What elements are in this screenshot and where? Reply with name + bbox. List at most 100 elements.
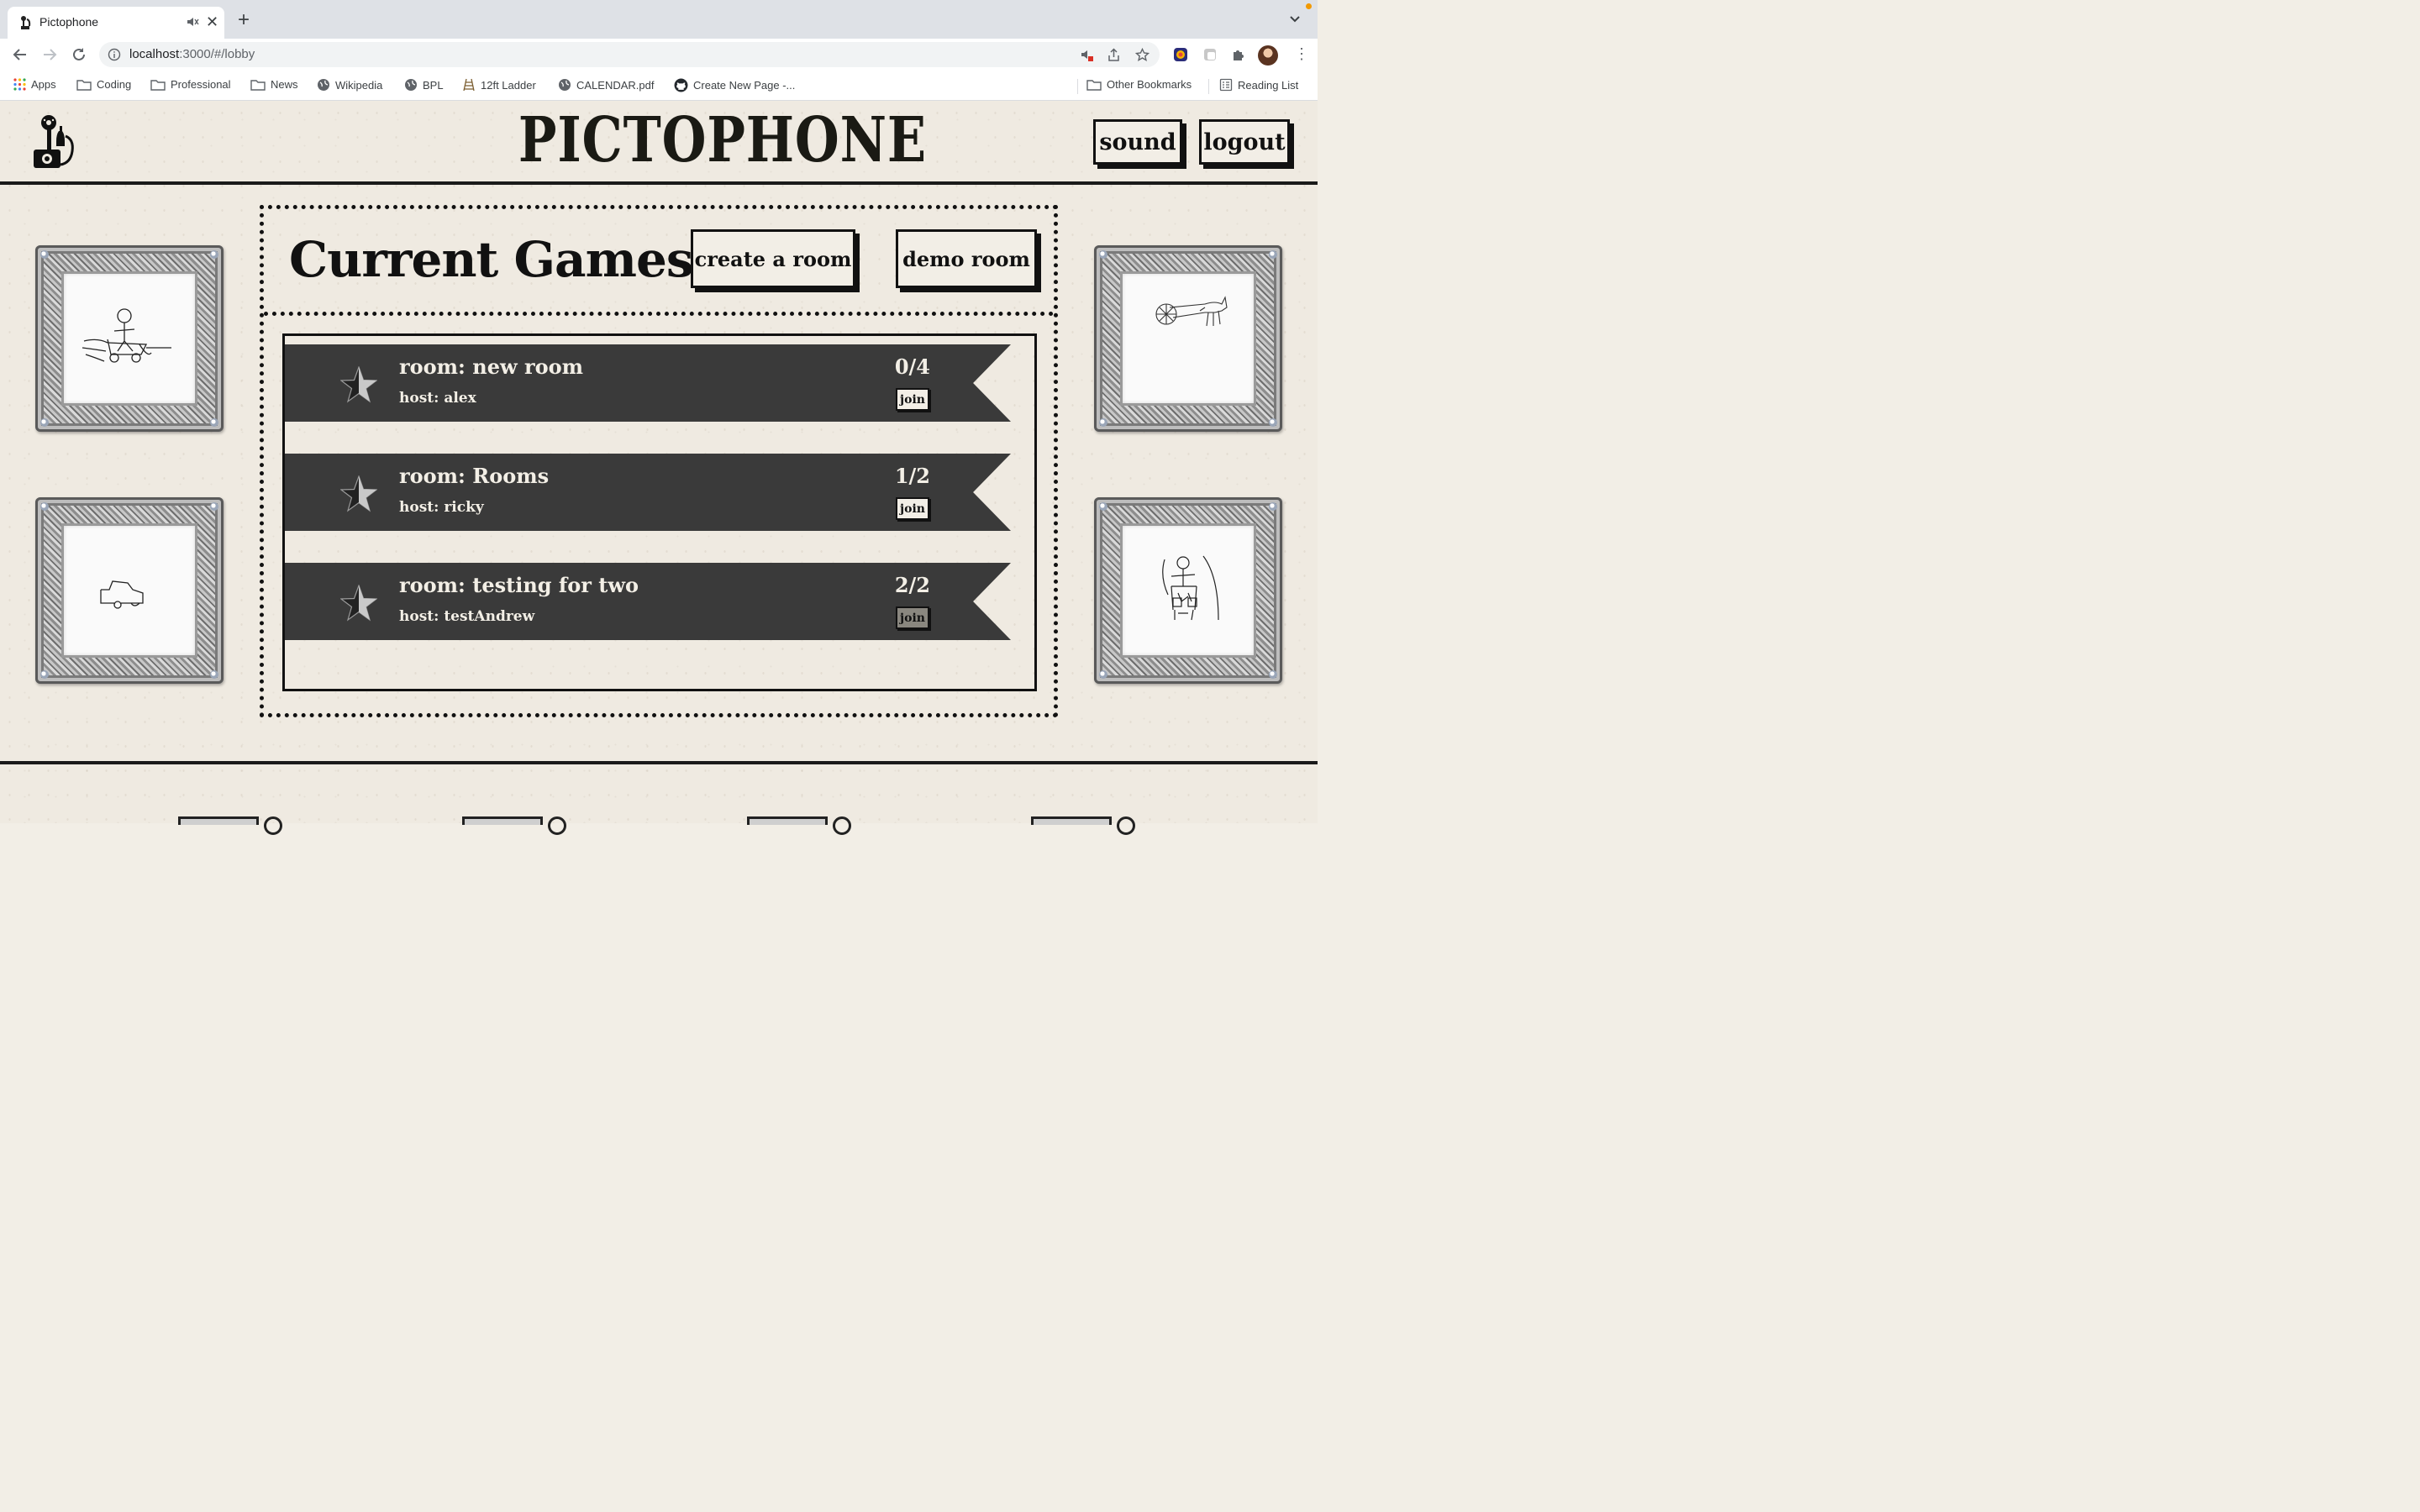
site-title: PICTOPHONE (518, 104, 927, 176)
notification-dot (1306, 3, 1312, 9)
star-icon (340, 475, 377, 512)
bookmark-12ft-ladder[interactable]: 12ft Ladder (462, 78, 536, 92)
footer-frame-edge (747, 816, 828, 825)
pictophone-favicon-icon (21, 16, 31, 29)
frame-corner (210, 418, 218, 427)
footer-ornament (548, 816, 566, 835)
room-host: host: alex (399, 390, 476, 407)
close-tab-icon[interactable]: ✕ (206, 13, 218, 30)
info-icon[interactable] (108, 48, 121, 61)
ladder-icon (463, 78, 475, 92)
bookmark-calendar[interactable]: CALENDAR.pdf (558, 78, 654, 92)
footer-ornament (1117, 816, 1135, 835)
footer-frame-edge (1031, 816, 1112, 825)
reading-list[interactable]: Reading List (1219, 78, 1298, 92)
telephone-logo-icon[interactable] (32, 113, 77, 170)
frame-corner (210, 670, 218, 679)
frame-corner (1099, 418, 1107, 427)
room-row[interactable]: room: testing for two host: testAndrew 2… (285, 563, 1011, 640)
folder-icon (76, 79, 92, 91)
drawing-canvas (1123, 526, 1254, 655)
bookmark-other-bookmarks[interactable]: Other Bookmarks (1086, 78, 1192, 91)
apps-grid-icon (13, 78, 26, 91)
new-tab-icon[interactable]: + (238, 10, 250, 30)
footer-ornament (264, 816, 282, 835)
bookmark-folder-professional[interactable]: Professional (150, 78, 231, 91)
join-button[interactable]: join (896, 497, 929, 520)
bookmark-wikipedia[interactable]: Wikipedia (317, 78, 382, 92)
share-icon[interactable] (1107, 48, 1121, 62)
more-menu-icon[interactable]: ⋮ (1294, 46, 1309, 61)
reload-icon[interactable] (70, 45, 88, 64)
drawing-canvas (1123, 274, 1254, 403)
room-row[interactable]: room: new room host: alex 0/4 join (285, 344, 1011, 422)
chevron-down-icon[interactable] (1289, 13, 1301, 25)
current-games-panel: Current Games create a room demo room ro… (260, 205, 1058, 717)
current-games-heading: Current Games (289, 231, 694, 288)
framed-drawing-top-left (35, 245, 224, 432)
frame-corner (1099, 250, 1107, 259)
bookmark-folder-news[interactable]: News (250, 78, 298, 91)
frame-corner (1269, 250, 1277, 259)
header-divider (0, 181, 1318, 185)
frame-corner (1099, 670, 1107, 679)
room-host: host: ricky (399, 499, 484, 516)
framed-drawing-bottom-right (1094, 497, 1282, 684)
bookmark-star-icon[interactable] (1135, 48, 1150, 62)
demo-room-button[interactable]: demo room (896, 229, 1037, 288)
extension-icon[interactable] (1202, 47, 1218, 62)
star-icon (340, 366, 377, 403)
lobby-page: PICTOPHONE sound logout Current Games cr… (0, 101, 1318, 835)
frame-corner (40, 502, 49, 511)
folder-icon (250, 79, 266, 91)
folder-icon (150, 79, 166, 91)
frame-corner (1099, 502, 1107, 511)
framed-drawing-bottom-left (35, 497, 224, 684)
logout-button[interactable]: logout (1199, 119, 1290, 165)
browser-tab[interactable]: Pictophone ✕ (8, 7, 224, 39)
join-button-disabled[interactable]: join (896, 606, 929, 629)
frame-corner (40, 250, 49, 259)
forward-arrow-icon[interactable] (40, 45, 59, 64)
back-arrow-icon[interactable] (11, 45, 29, 64)
bookmark-separator (1077, 79, 1078, 94)
folder-icon (1086, 79, 1102, 91)
player-count: 0/4 (894, 354, 930, 379)
bookmarks-bar: Apps Coding Professional News Wikipedia … (0, 71, 1318, 101)
puzzle-extensions-icon[interactable] (1231, 47, 1246, 62)
room-row[interactable]: room: Rooms host: ricky 1/2 join (285, 454, 1011, 531)
horse-cart-drawing (1155, 296, 1228, 327)
frame-corner (1269, 418, 1277, 427)
room-name: room: new room (399, 354, 584, 379)
player-count: 2/2 (894, 573, 930, 597)
github-icon (674, 78, 688, 92)
tab-title: Pictophone (39, 15, 99, 29)
drawing-canvas (64, 526, 195, 655)
frame-corner (40, 418, 49, 427)
create-room-button[interactable]: create a room (691, 229, 855, 288)
sound-button[interactable]: sound (1093, 119, 1182, 165)
frame-corner (40, 670, 49, 679)
frame-corner (1269, 502, 1277, 511)
media-blocked-icon[interactable] (1080, 48, 1094, 62)
bookmark-bpl[interactable]: BPL (404, 78, 444, 92)
url-text: localhost:3000/#/lobby (129, 47, 255, 61)
address-bar[interactable]: localhost:3000/#/lobby (99, 42, 1160, 67)
room-list: room: new room host: alex 0/4 join room:… (282, 333, 1037, 691)
browser-tabstrip: Pictophone ✕ + (0, 0, 1318, 39)
room-name: room: Rooms (399, 464, 550, 488)
frame-corner (1269, 670, 1277, 679)
color-extension-icon[interactable] (1173, 47, 1188, 62)
join-button[interactable]: join (896, 388, 929, 411)
bookmark-folder-coding[interactable]: Coding (76, 78, 131, 91)
muted-speaker-icon[interactable] (186, 15, 199, 29)
profile-avatar[interactable] (1258, 45, 1278, 66)
car-drawing (100, 580, 144, 609)
footer-divider (0, 761, 1318, 764)
footer-frame-edge (178, 816, 259, 825)
bookmark-apps[interactable]: Apps (13, 78, 56, 91)
star-icon (340, 585, 377, 622)
bookmark-create-new-page[interactable]: Create New Page -... (674, 78, 795, 92)
reading-list-icon (1219, 78, 1233, 92)
globe-icon (318, 79, 329, 91)
